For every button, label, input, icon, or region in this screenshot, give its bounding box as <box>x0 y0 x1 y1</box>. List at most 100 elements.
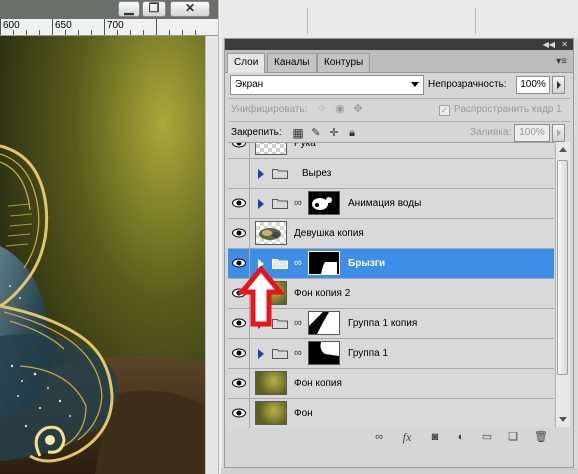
layer-row-girl-copy[interactable]: Девушка копия <box>228 219 554 249</box>
restore-button[interactable]: ❐ <box>142 1 166 17</box>
divider <box>228 121 570 122</box>
opacity-slider-button[interactable] <box>552 76 565 94</box>
mask-link-icon[interactable]: ∞ <box>294 257 302 269</box>
app-top-area <box>221 0 578 38</box>
scroll-up-icon[interactable] <box>559 147 567 152</box>
visibility-toggle[interactable] <box>228 189 250 218</box>
layer-mask-thumbnail <box>308 341 340 365</box>
layer-row-group-1[interactable]: ∞ Группа 1 <box>228 339 554 369</box>
layer-name: Анимация воды <box>348 198 422 209</box>
divider <box>228 98 570 99</box>
folder-icon <box>272 349 288 359</box>
unify-style-icon[interactable]: ✥ <box>351 102 365 116</box>
divider <box>307 8 308 34</box>
unify-position-icon[interactable]: ⁘ <box>315 102 329 116</box>
minimize-button[interactable]: ▁ <box>118 1 140 17</box>
divider <box>475 8 476 34</box>
expand-triangle-icon[interactable] <box>258 199 264 209</box>
adjustment-layer-icon[interactable]: ◐ <box>453 430 469 444</box>
lock-position-icon[interactable]: ✛ <box>327 126 341 140</box>
layer-thumbnail <box>255 221 287 245</box>
layer-name: Группа 1 копия <box>348 318 418 329</box>
lock-pixels-icon[interactable]: ✎ <box>309 126 323 140</box>
lock-all-icon[interactable]: 🔒︎ <box>345 126 359 140</box>
mask-link-icon[interactable]: ∞ <box>294 317 302 329</box>
trash-icon[interactable]: 🗑︎ <box>533 430 549 444</box>
chevron-down-icon <box>411 82 419 87</box>
close-button[interactable]: ✕ <box>170 1 210 17</box>
layer-name: Рука <box>294 142 316 149</box>
fx-icon[interactable]: fx <box>399 430 415 444</box>
mask-link-icon[interactable]: ∞ <box>294 197 302 209</box>
layer-mask-thumbnail <box>308 191 340 215</box>
tab-paths[interactable]: Контуры <box>317 53 371 72</box>
close-panel-icon[interactable]: ✕ <box>561 39 568 50</box>
visibility-toggle[interactable] <box>228 339 250 368</box>
image-canvas[interactable] <box>0 36 218 474</box>
layer-name: Брызги <box>348 258 386 269</box>
status-bar <box>221 468 578 474</box>
layer-thumbnail <box>255 371 287 395</box>
horizontal-ruler: 600 650 700 <box>0 19 218 36</box>
ruler-label: 600 <box>3 20 20 31</box>
layers-panel: ◀◀ ✕ Слои Каналы Контуры ▾≡ Экран Непроз… <box>224 38 574 468</box>
panel-header[interactable]: ◀◀ ✕ <box>225 39 573 50</box>
blend-mode-select[interactable]: Экран <box>230 75 424 95</box>
eye-icon <box>232 198 246 208</box>
new-group-icon[interactable]: ▭ <box>479 430 495 444</box>
expand-triangle-icon[interactable] <box>258 349 264 359</box>
ruler-label: 650 <box>55 20 72 31</box>
visibility-toggle[interactable] <box>228 369 250 398</box>
layer-row-water-animation[interactable]: ∞ Анимация воды <box>228 189 554 219</box>
unify-label: Унифицировать: <box>231 104 308 115</box>
panel-tabs: Слои Каналы Контуры ▾≡ <box>225 50 573 73</box>
propagate-frame-checkbox[interactable]: ✓ <box>439 105 450 116</box>
ruler-label: 700 <box>107 20 124 31</box>
lock-transparency-icon[interactable]: ▦ <box>291 126 305 140</box>
tab-layers[interactable]: Слои <box>227 53 266 73</box>
eye-icon <box>232 348 246 358</box>
opacity-input[interactable]: 100% <box>516 76 550 94</box>
expand-triangle-icon[interactable] <box>258 169 264 179</box>
fill-input[interactable]: 100% <box>514 124 550 142</box>
layer-thumbnail <box>255 401 287 425</box>
visibility-toggle[interactable] <box>228 143 250 158</box>
collapse-icon[interactable]: ◀◀ <box>543 39 555 50</box>
eye-icon <box>232 378 246 388</box>
eye-icon <box>232 408 246 418</box>
scroll-thumb[interactable] <box>557 160 568 375</box>
layer-row-bg-copy[interactable]: Фон копия <box>228 369 554 399</box>
window-separator <box>218 0 222 474</box>
red-arrow-annotation <box>238 266 284 327</box>
layers-scrollbar[interactable] <box>555 142 570 427</box>
add-mask-icon[interactable]: ◙ <box>427 430 443 444</box>
layer-name: Фон <box>294 408 313 419</box>
unify-visibility-icon[interactable]: ◉ <box>333 102 347 116</box>
layers-bottom-toolbar: ∞ fx ◙ ◐ ▭ ❏ 🗑︎ <box>225 427 573 447</box>
layer-mask-thumbnail <box>308 251 340 275</box>
propagate-frame-label: Распространить кадр 1 <box>454 104 562 115</box>
link-layers-icon[interactable]: ∞ <box>371 430 387 444</box>
layer-name: Группа 1 <box>348 348 389 359</box>
folder-icon <box>272 199 288 209</box>
tab-channels[interactable]: Каналы <box>267 53 317 72</box>
visibility-toggle-off[interactable] <box>228 159 250 188</box>
document-vertical-scrollbar[interactable] <box>205 36 219 474</box>
fill-slider-button[interactable] <box>552 124 565 142</box>
blend-mode-value: Экран <box>235 79 264 90</box>
new-layer-icon[interactable]: ❏ <box>505 430 521 444</box>
layer-name: Фон копия 2 <box>294 288 351 299</box>
panel-menu-icon[interactable]: ▾≡ <box>556 56 567 67</box>
eye-icon <box>232 143 246 148</box>
layer-row-vyrez[interactable]: Вырез <box>228 159 554 189</box>
mask-link-icon[interactable]: ∞ <box>294 347 302 359</box>
scroll-down-icon[interactable] <box>559 417 567 422</box>
eye-icon <box>232 228 246 238</box>
layer-row-ruka[interactable]: Рука <box>228 142 554 159</box>
visibility-toggle[interactable] <box>228 219 250 248</box>
layer-row-bg[interactable]: Фон <box>228 399 554 428</box>
layer-name: Фон копия <box>294 378 342 389</box>
visibility-toggle[interactable] <box>228 399 250 428</box>
layer-thumbnail <box>255 143 287 155</box>
layer-mask-thumbnail <box>308 311 340 335</box>
